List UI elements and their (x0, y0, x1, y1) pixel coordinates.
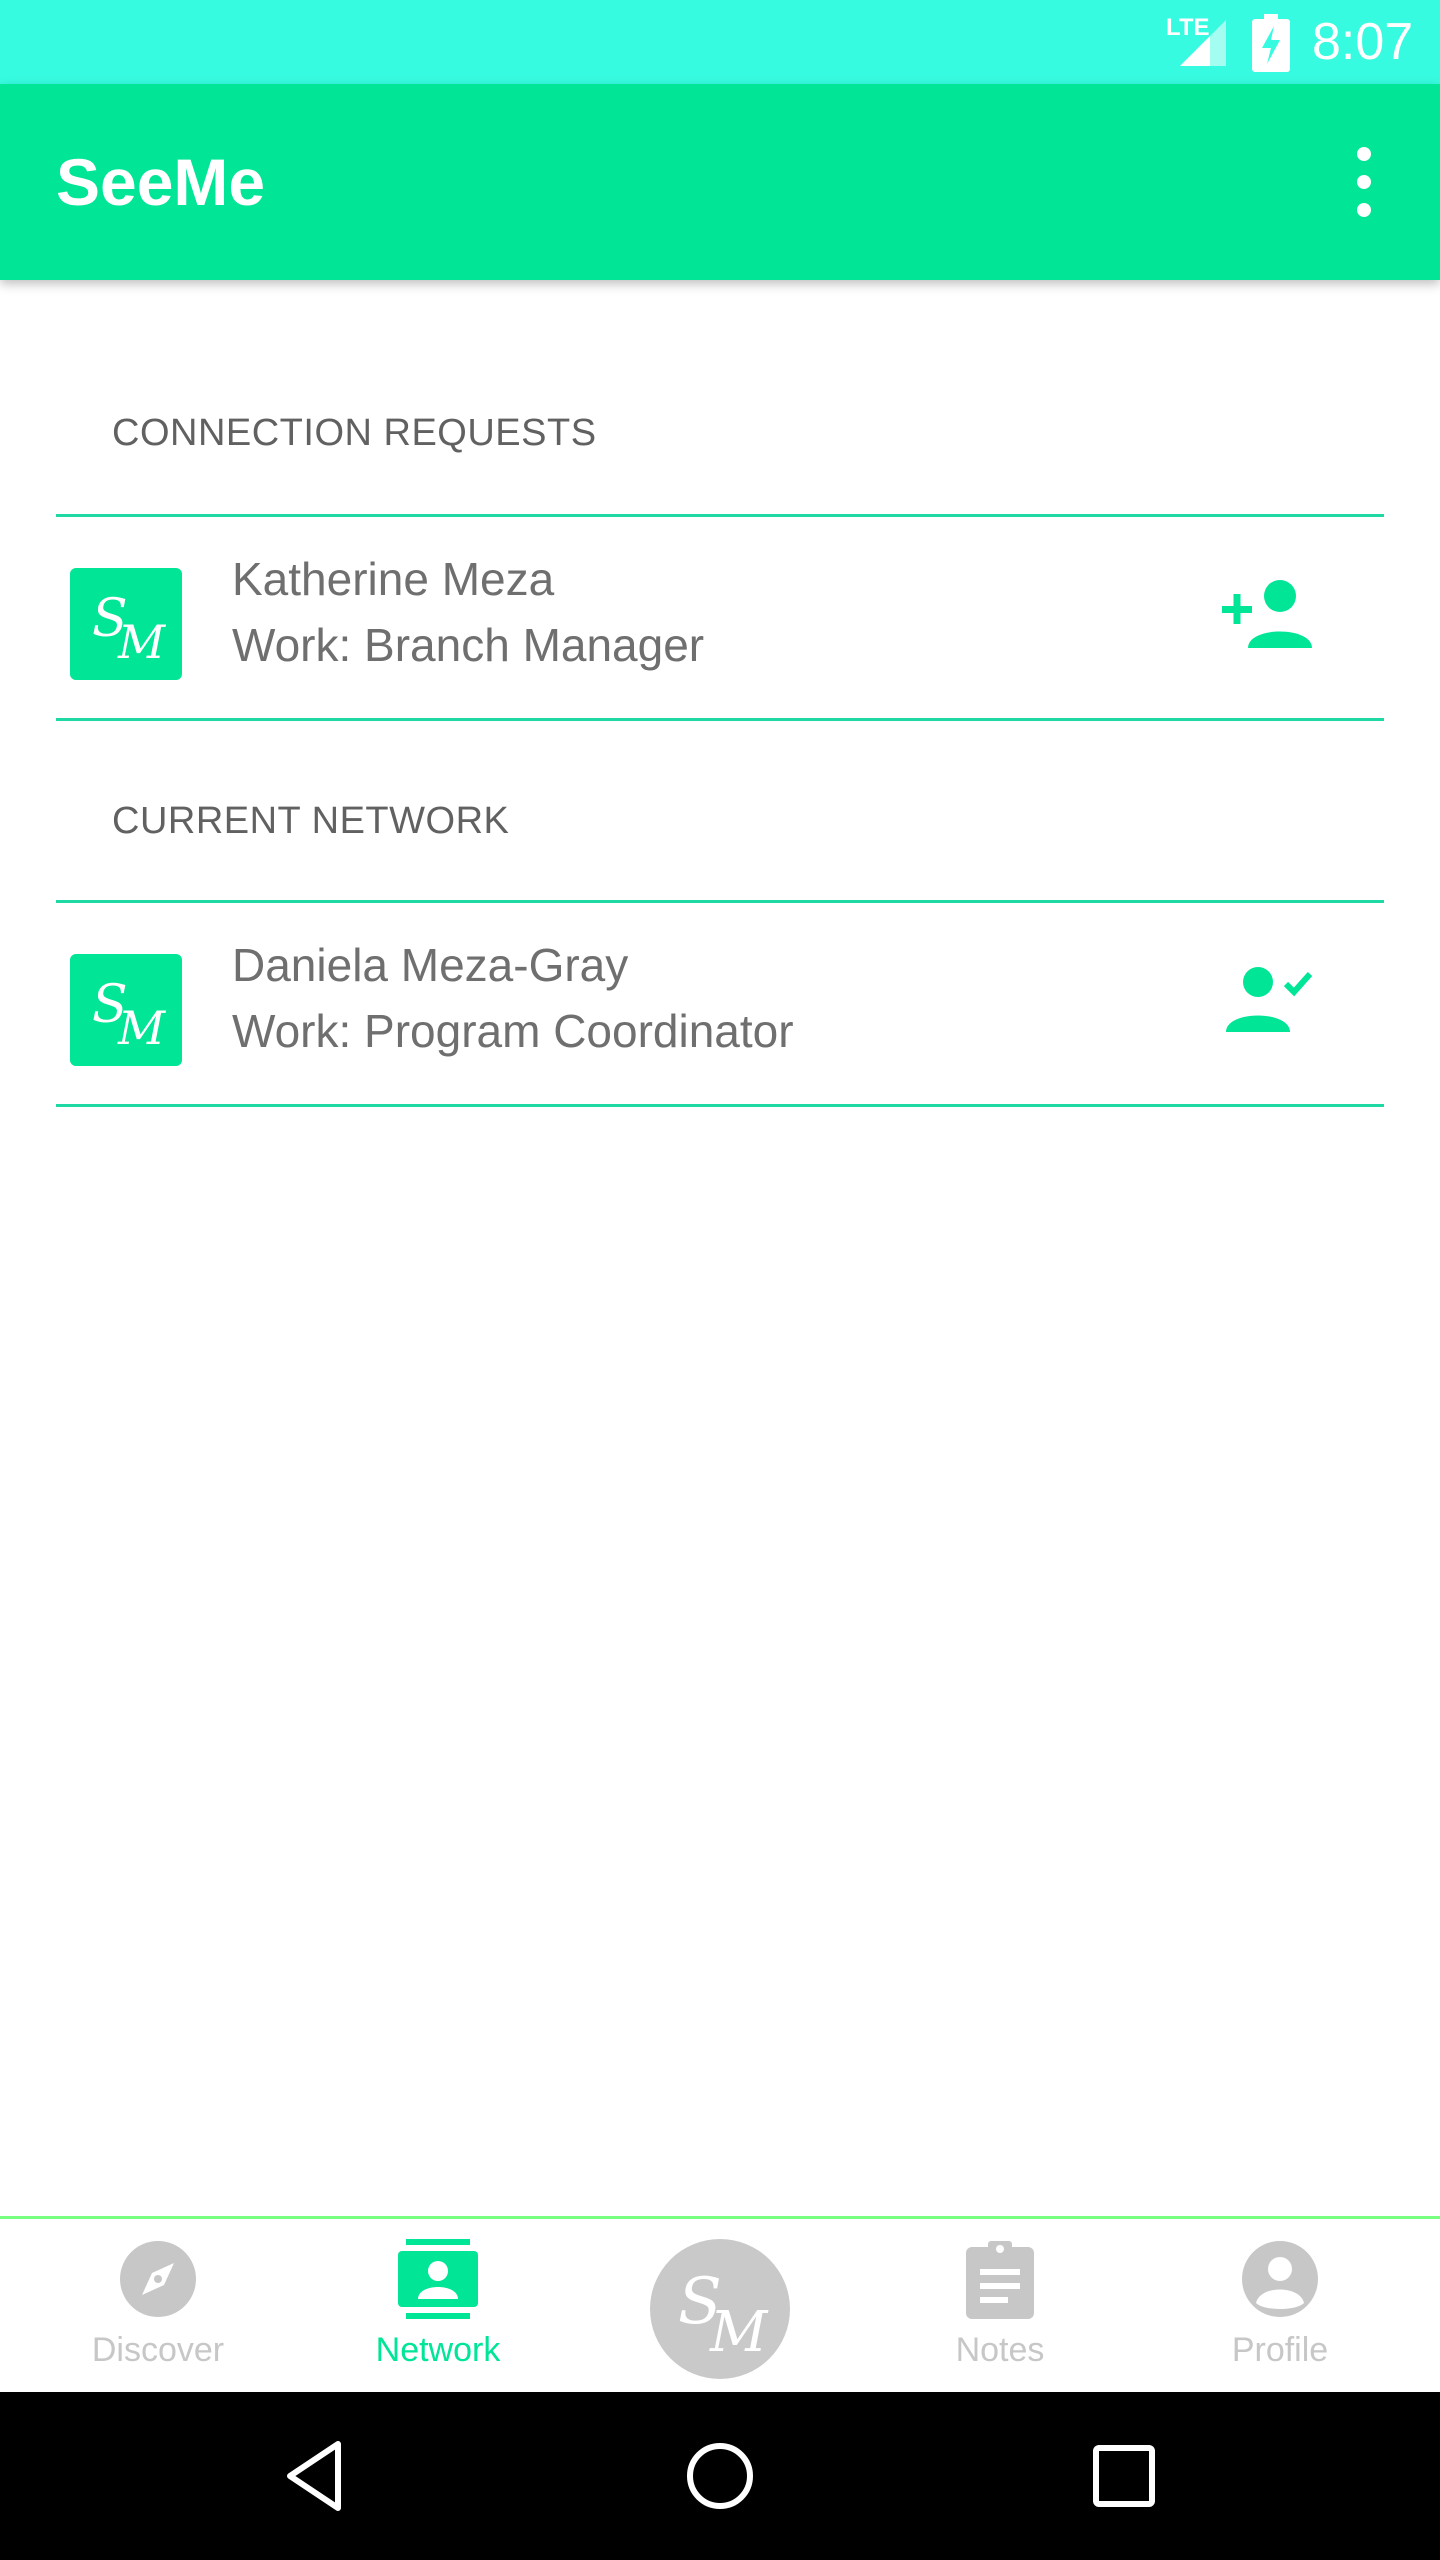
app-title: SeeMe (56, 145, 266, 219)
divider (56, 1104, 1384, 1107)
nav-profile[interactable]: Profile (1170, 2219, 1390, 2393)
contact-work: Work: Program Coordinator (232, 1005, 794, 1057)
nav-discover[interactable]: Discover (48, 2219, 268, 2393)
back-icon[interactable] (276, 2436, 356, 2516)
seeme-center-button[interactable]: S M (650, 2239, 790, 2379)
status-bar: LTE 8:07 (0, 0, 1440, 84)
nav-label: Network (375, 2331, 501, 2369)
more-vert-icon[interactable] (1340, 142, 1388, 222)
home-icon[interactable] (680, 2436, 760, 2516)
account-circle-icon (1242, 2241, 1318, 2317)
clipboard-icon (966, 2241, 1034, 2319)
divider (56, 718, 1384, 721)
contact-name: Katherine Meza (232, 553, 555, 605)
connection-requests-header: CONNECTION REQUESTS (112, 412, 597, 454)
person-check-icon[interactable] (1218, 962, 1318, 1042)
recents-icon[interactable] (1084, 2436, 1164, 2516)
connection-request-row[interactable]: S M Katherine Meza Work: Branch Manager (56, 520, 1384, 718)
seeme-logo-icon: S M (678, 2265, 769, 2365)
svg-text:M: M (117, 1001, 167, 1055)
nav-label: Notes (955, 2331, 1045, 2369)
bottom-navigation: Discover Network S M Notes Profile (0, 2216, 1440, 2393)
battery-charging-icon (1252, 14, 1290, 72)
avatar: S M (70, 568, 182, 680)
svg-text:M: M (117, 615, 167, 669)
contact-name: Daniela Meza-Gray (232, 939, 629, 991)
divider (56, 514, 1384, 517)
compass-icon (120, 2241, 196, 2317)
divider (56, 900, 1384, 903)
avatar: S M (70, 954, 182, 1066)
clock: 8:07 (1312, 13, 1414, 71)
contacts-icon (398, 2239, 478, 2319)
contact-work: Work: Branch Manager (232, 619, 705, 671)
svg-text:M: M (709, 2300, 769, 2365)
system-navigation-bar (0, 2392, 1440, 2560)
seeme-logo-icon: S M (92, 975, 167, 1055)
person-add-icon[interactable] (1218, 576, 1318, 656)
nav-label: Discover (91, 2331, 225, 2369)
seeme-logo-icon: S M (92, 589, 167, 669)
nav-network[interactable]: Network (328, 2219, 548, 2393)
current-network-header: CURRENT NETWORK (112, 800, 510, 842)
app-bar: SeeMe (0, 84, 1440, 280)
nav-notes[interactable]: Notes (890, 2219, 1110, 2393)
nav-label: Profile (1231, 2331, 1329, 2369)
network-contact-row[interactable]: S M Daniela Meza-Gray Work: Program Coor… (56, 906, 1384, 1104)
signal-icon (1180, 20, 1226, 66)
